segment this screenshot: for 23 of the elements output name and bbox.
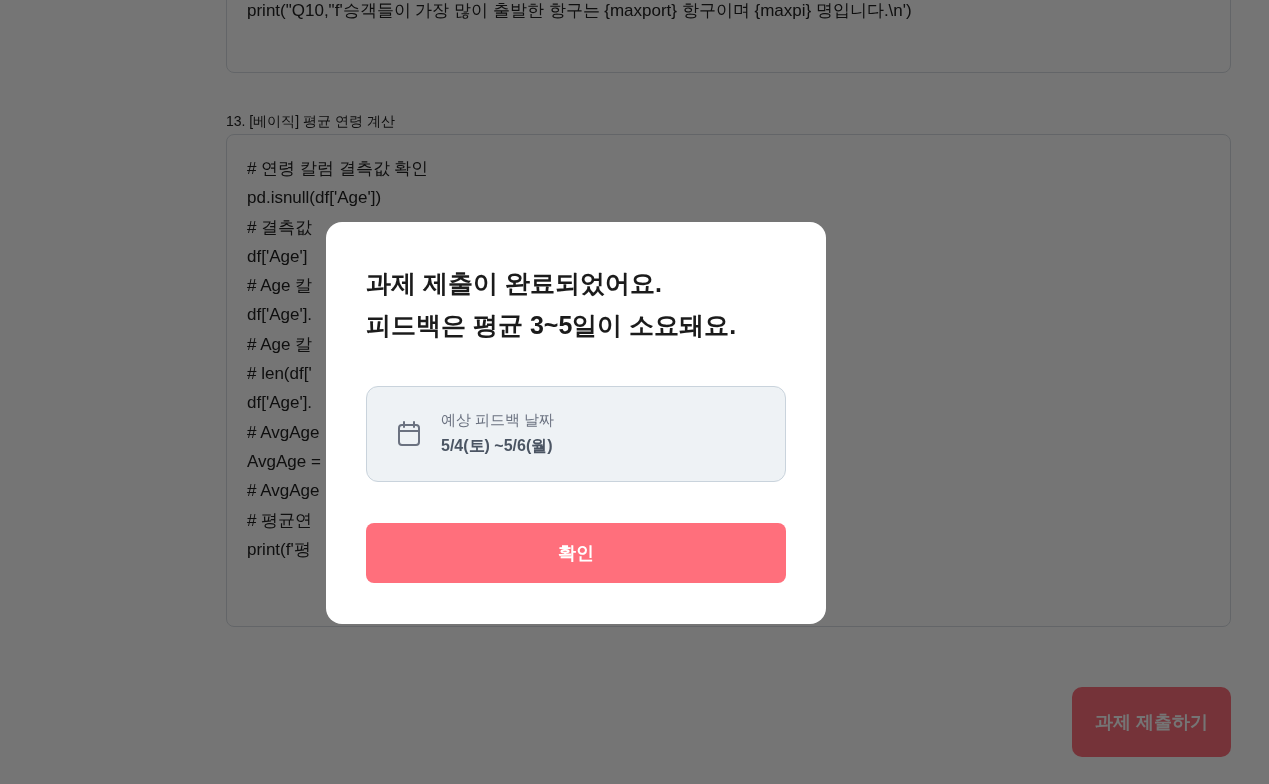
code-answer-box[interactable]: print("Q10,"f'승객들이 가장 많이 출발한 항구는 {maxport} 항구이며 {maxpi} 명입니다.\n') xyxy=(226,0,1231,73)
code-line: # Age 칼 xyxy=(247,333,313,356)
code-line: # len(df[' xyxy=(247,363,312,386)
info-value: 5/4(토) ~5/6(월) xyxy=(441,436,553,456)
confirm-button[interactable]: 확인 xyxy=(366,523,786,583)
code-line: # 평균연 xyxy=(247,509,313,532)
code-line: df['Age']. xyxy=(247,392,313,415)
code-line: print(f'평 xyxy=(247,538,311,561)
code-line: df['Age']. xyxy=(247,304,313,327)
code-line: print("Q10,"f'승객들이 가장 많이 출발한 항구는 {maxport} 항구이며 {maxpi} 명입니다.\n') xyxy=(247,0,912,22)
modal-title: 과제 제출이 완료되었어요. xyxy=(366,268,662,299)
code-line: # 연령 칼럼 결측값 확인 xyxy=(247,158,429,180)
code-line: pd.isnull(df['Age']) xyxy=(247,187,382,210)
code-line: # AvgAge xyxy=(247,480,320,503)
modal-title: 피드백은 평균 3~5일이 소요돼요. xyxy=(366,310,737,341)
code-line: df['Age'] xyxy=(247,245,308,268)
code-line: # AvgAge xyxy=(247,421,320,444)
info-label: 예상 피드백 날짜 xyxy=(441,411,555,430)
code-line: # Age 칼 xyxy=(247,275,313,298)
code-line: AvgAge = xyxy=(247,450,321,473)
calendar-icon xyxy=(397,421,421,447)
code-line: # 결측값 xyxy=(247,216,313,239)
question-title: 13. [베이직] 평균 연령 계산 xyxy=(226,112,395,131)
